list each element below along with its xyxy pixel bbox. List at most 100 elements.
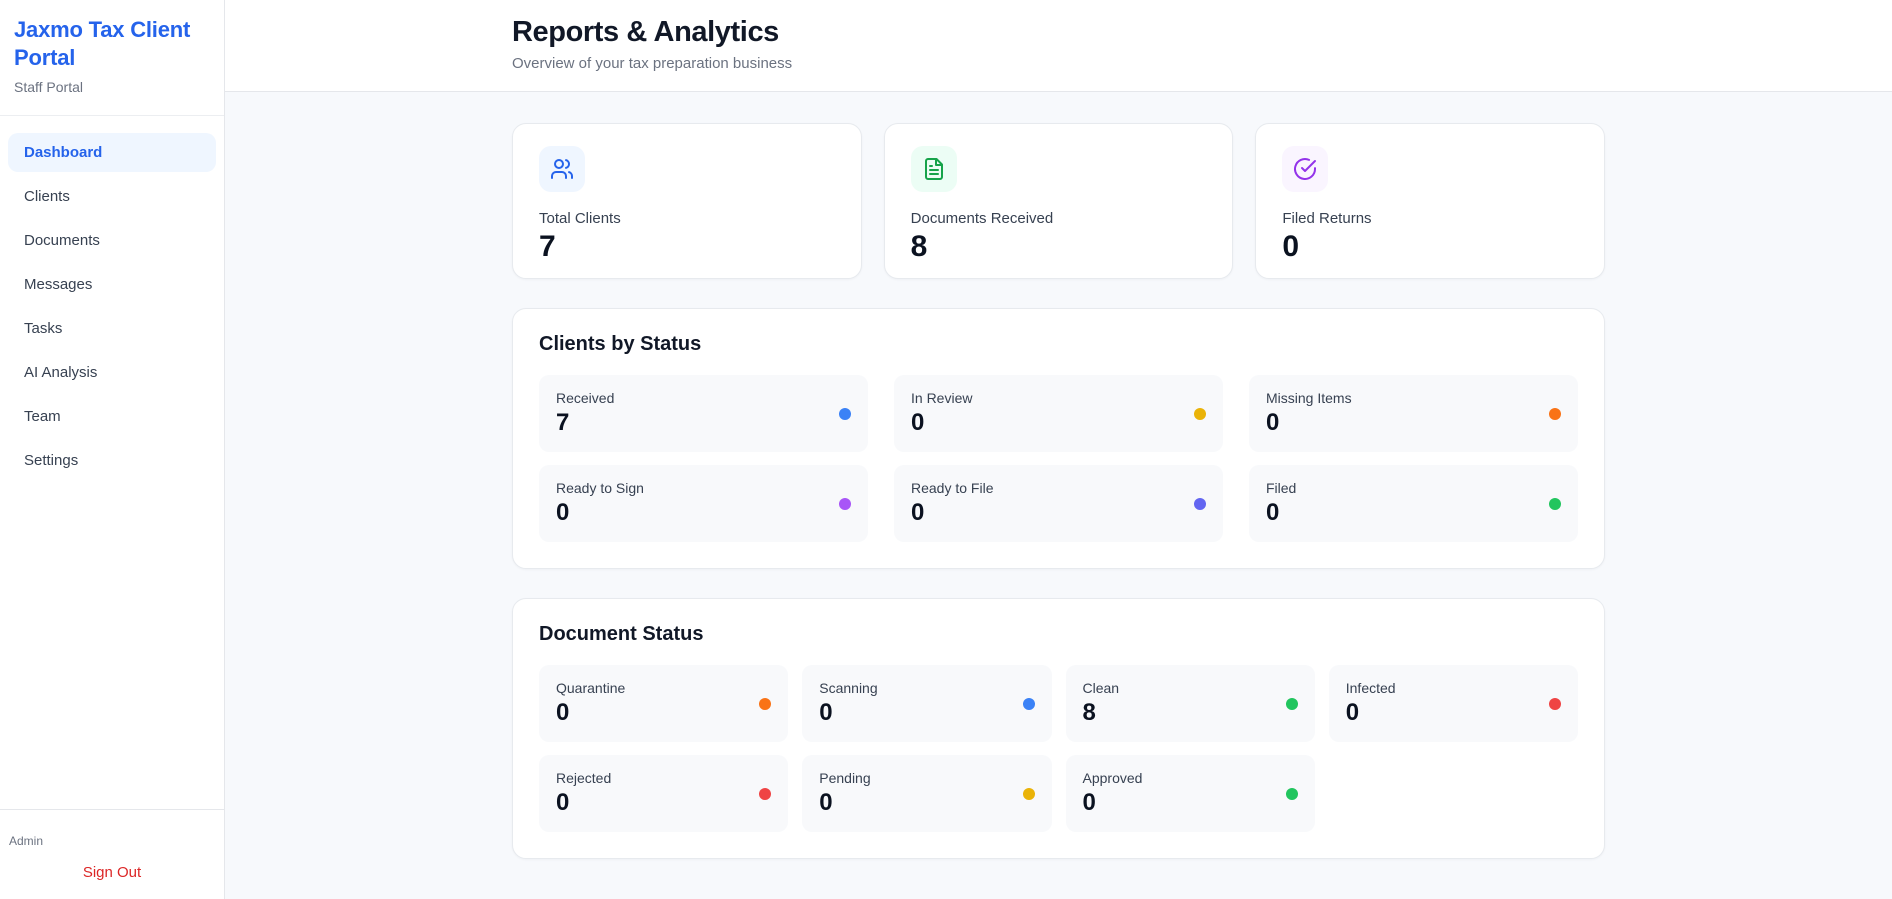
section-title: Document Status [539,623,704,645]
stat-label: Documents Received [910,210,1054,227]
section-title: Clients by Status [539,333,702,355]
status-label: Scanning [819,680,878,696]
clients-status-grid: Received 7 In Review 0 Missing Items 0 R… [539,375,1578,542]
sidebar-item-team[interactable]: Team [8,397,216,436]
sign-out-button[interactable]: Sign Out [8,864,216,881]
status-tile: Ready to Sign 0 [539,465,868,542]
sidebar-item-dashboard[interactable]: Dashboard [8,133,216,172]
status-dot [759,787,772,800]
status-tile: Received 7 [539,375,868,452]
status-value: 0 [556,699,570,726]
status-value: 0 [819,699,833,726]
stat-value: 0 [1282,230,1300,263]
status-tile: Ready to File 0 [894,465,1223,542]
status-tile-info: Received 7 [556,390,614,437]
status-tile-info: Infected 0 [1346,680,1396,727]
stat-card-documents-received: Documents Received 8 [883,123,1234,279]
status-label: Ready to File [911,480,994,496]
status-dot [1022,787,1035,800]
sidebar-item-clients[interactable]: Clients [8,177,216,216]
status-label: Approved [1082,770,1143,786]
page-header: Reports & Analytics Overview of your tax… [225,0,1892,92]
status-value: 0 [911,499,925,526]
stat-card-total-clients: Total Clients 7 [512,123,862,279]
status-tile-info: Approved 0 [1083,770,1143,817]
sidebar-item-ai-analysis[interactable]: AI Analysis [8,353,216,392]
status-tile-info: In Review 0 [911,390,972,437]
status-dot [839,407,851,420]
sidebar-header: Jaxmo Tax Client Portal Staff Portal [0,0,224,116]
content-area: Total Clients 7 Documents Received 8 Fil… [225,92,1892,889]
status-dot [1285,787,1298,800]
status-tile-info: Scanning 0 [819,680,877,727]
status-label: Pending [819,770,871,786]
status-value: 0 [1345,699,1360,726]
check-circle-icon [1282,146,1329,192]
status-dot [1194,497,1206,510]
status-tile-info: Clean 8 [1083,680,1120,727]
sidebar-item-settings[interactable]: Settings [8,441,216,480]
status-tile: Approved 0 [1065,755,1315,832]
status-tile: Rejected 0 [539,755,789,832]
status-tile-info: Missing Items 0 [1266,390,1352,437]
status-value: 8 [1082,699,1096,726]
status-tile-info: Ready to File 0 [911,480,993,527]
sidebar-item-documents[interactable]: Documents [8,221,216,260]
stat-value: 8 [910,230,928,263]
status-value: 0 [911,409,925,436]
sidebar-nav: Dashboard Clients Documents Messages Tasks AI… [0,116,224,809]
status-value: 7 [556,409,570,436]
status-tile: Scanning 0 [802,665,1052,742]
status-dot [1022,697,1035,710]
status-value: 0 [1266,499,1280,526]
status-dot [1285,697,1298,710]
status-dot [1549,407,1561,420]
brand-subtitle: Staff Portal [14,79,84,95]
stat-card-filed-returns: Filed Returns 0 [1255,123,1605,279]
status-label: Missing Items [1266,390,1352,406]
status-tile-info: Pending 0 [819,770,870,817]
document-status-grid: Quarantine 0 Scanning 0 Clean 8 Infected… [539,665,1578,832]
status-value: 0 [1082,789,1096,816]
status-tile: In Review 0 [894,375,1223,452]
status-label: Rejected [556,770,612,786]
users-icon [539,146,585,192]
status-dot [1549,497,1561,510]
status-label: Infected [1345,680,1396,696]
status-label: Ready to Sign [556,480,644,496]
status-tile: Infected 0 [1328,665,1578,742]
status-tile-info: Filed 0 [1266,480,1296,527]
status-label: In Review [911,390,973,406]
sidebar: Jaxmo Tax Client Portal Staff Portal Das… [0,0,225,899]
stat-label: Total Clients [539,210,621,227]
status-tile: Quarantine 0 [539,665,789,742]
status-value: 0 [556,789,570,816]
page-subtitle: Overview of your tax preparation busines… [512,55,793,72]
status-dot [1549,697,1561,710]
status-dot [759,697,772,710]
clients-by-status-card: Clients by Status Received 7 In Review 0… [512,308,1605,569]
sidebar-footer: Admin Sign Out [0,809,224,899]
stat-label: Filed Returns [1282,210,1372,227]
status-tile: Filed 0 [1249,465,1578,542]
status-label: Clean [1082,680,1120,696]
brand-title: Jaxmo Tax Client Portal [14,17,191,70]
stats-grid: Total Clients 7 Documents Received 8 Fil… [512,123,1605,279]
status-value: 0 [1266,409,1280,436]
status-tile: Pending 0 [802,755,1052,832]
stat-value: 7 [539,230,556,263]
sidebar-item-tasks[interactable]: Tasks [8,309,216,348]
status-dot [1194,407,1206,420]
footer-user-label: Admin [9,834,44,848]
status-tile-info: Rejected 0 [556,770,611,817]
status-label: Quarantine [556,680,626,696]
status-tile: Missing Items 0 [1249,375,1578,452]
page-title: Reports & Analytics [512,16,779,48]
main-area: Reports & Analytics Overview of your tax… [225,0,1892,899]
status-tile-info: Quarantine 0 [556,680,625,727]
status-value: 0 [819,789,833,816]
status-label: Received [556,390,615,406]
document-status-card: Document Status Quarantine 0 Scanning 0 … [512,598,1605,859]
status-dot [839,497,851,510]
sidebar-item-messages[interactable]: Messages [8,265,216,304]
